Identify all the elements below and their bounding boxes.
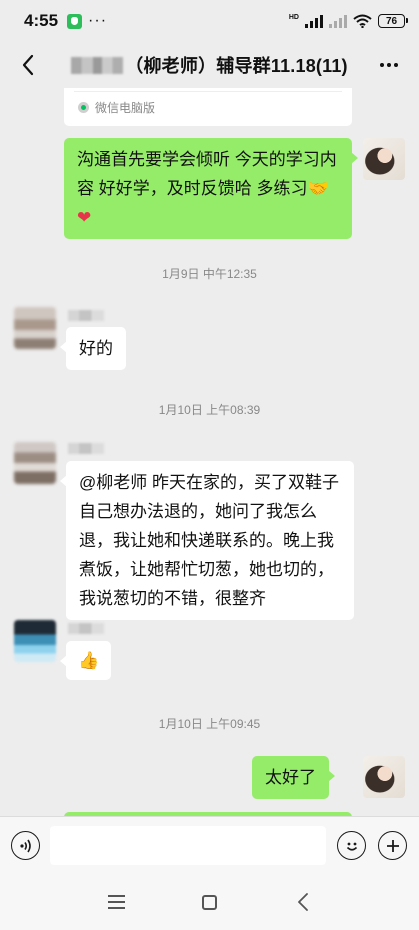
card-source-label: 微信电脑版	[95, 100, 156, 115]
system-back-button[interactable]	[291, 890, 315, 914]
hd-label: HD	[288, 14, 299, 21]
message-bubble-incoming[interactable]: 好的	[60, 327, 126, 370]
timestamp: 1月10日 上午08:39	[158, 403, 261, 417]
recent-apps-button[interactable]	[104, 890, 128, 914]
avatar-sender[interactable]	[14, 620, 56, 662]
battery-icon: 76	[378, 14, 408, 28]
message-input[interactable]	[50, 826, 326, 865]
home-icon	[201, 894, 217, 910]
emoji-icon	[346, 842, 357, 851]
sender-name-blurred	[68, 310, 104, 321]
thumbs-up-emoji: 👍	[78, 651, 100, 670]
home-button[interactable]	[197, 890, 221, 914]
input-bar	[0, 816, 419, 874]
more-dots-icon	[380, 63, 384, 67]
forwarded-card-footer[interactable]: 微信电脑版	[64, 88, 352, 126]
emoji-button[interactable]	[337, 831, 366, 860]
plus-button[interactable]	[378, 831, 407, 860]
status-bar: 4:55 ··· HD 76	[0, 0, 419, 42]
message-text: 好的	[79, 339, 113, 358]
sender-name-blurred	[68, 443, 104, 454]
message-text: @柳老师 昨天在家的，买了双鞋子自己想办法退的，她问了我怎么退，我让她和快递联系…	[79, 473, 339, 608]
back-button[interactable]	[14, 51, 42, 79]
chevron-left-icon	[22, 54, 34, 76]
signal-secondary-icon	[329, 14, 347, 28]
avatar-self[interactable]	[363, 138, 405, 180]
status-time: 4:55	[24, 11, 59, 30]
signal-icon	[305, 14, 323, 28]
system-nav-bar	[0, 874, 419, 930]
chat-title: （柳老师）辅导群11.18(11)	[125, 56, 348, 76]
system-back-icon	[298, 893, 308, 911]
timestamp: 1月10日 上午09:45	[158, 717, 261, 731]
more-notifications-icon: ···	[88, 12, 108, 29]
voice-button[interactable]	[11, 831, 40, 860]
more-button[interactable]	[375, 51, 403, 79]
avatar-sender[interactable]	[14, 307, 56, 349]
avatar-sender[interactable]	[14, 442, 56, 484]
avatar-self[interactable]	[363, 756, 405, 798]
message-text: 太好了	[265, 768, 316, 787]
app-notification-icon	[67, 13, 83, 29]
message-bubble-outgoing[interactable]: 太好了	[252, 756, 335, 799]
chat-header: （柳老师）辅导群11.18(11)	[0, 42, 419, 88]
timestamp: 1月9日 中午12:35	[162, 267, 257, 281]
message-text: 沟通首先要学会倾听 今天的学习内容 好好学，及时反馈哈 多练习🤝	[77, 150, 337, 198]
sender-name-blurred	[68, 623, 104, 634]
message-bubble-outgoing[interactable]: 沟通首先要学会倾听 今天的学习内容 好好学，及时反馈哈 多练习🤝 ❤	[64, 138, 358, 239]
message-bubble-incoming[interactable]: 👍	[59, 641, 112, 680]
plus-icon	[386, 839, 399, 852]
wifi-icon	[353, 14, 372, 28]
chat-area[interactable]: 微信电脑版 沟通首先要学会倾听 今天的学习内容 好好学，及时反馈哈 多练习🤝❤ …	[0, 88, 419, 816]
status-indicators: HD 76	[288, 14, 408, 28]
heart-emoji: ❤	[77, 208, 92, 227]
message-bubble-incoming[interactable]: @柳老师 昨天在家的，买了双鞋子自己想办法退的，她问了我怎么退，我让她和快递联系…	[60, 461, 354, 620]
voice-icon	[19, 839, 31, 852]
chat-title-wrap: （柳老师）辅导群11.18(11)	[71, 52, 348, 78]
pc-wechat-icon	[78, 101, 89, 113]
blurred-group-name	[71, 56, 124, 74]
